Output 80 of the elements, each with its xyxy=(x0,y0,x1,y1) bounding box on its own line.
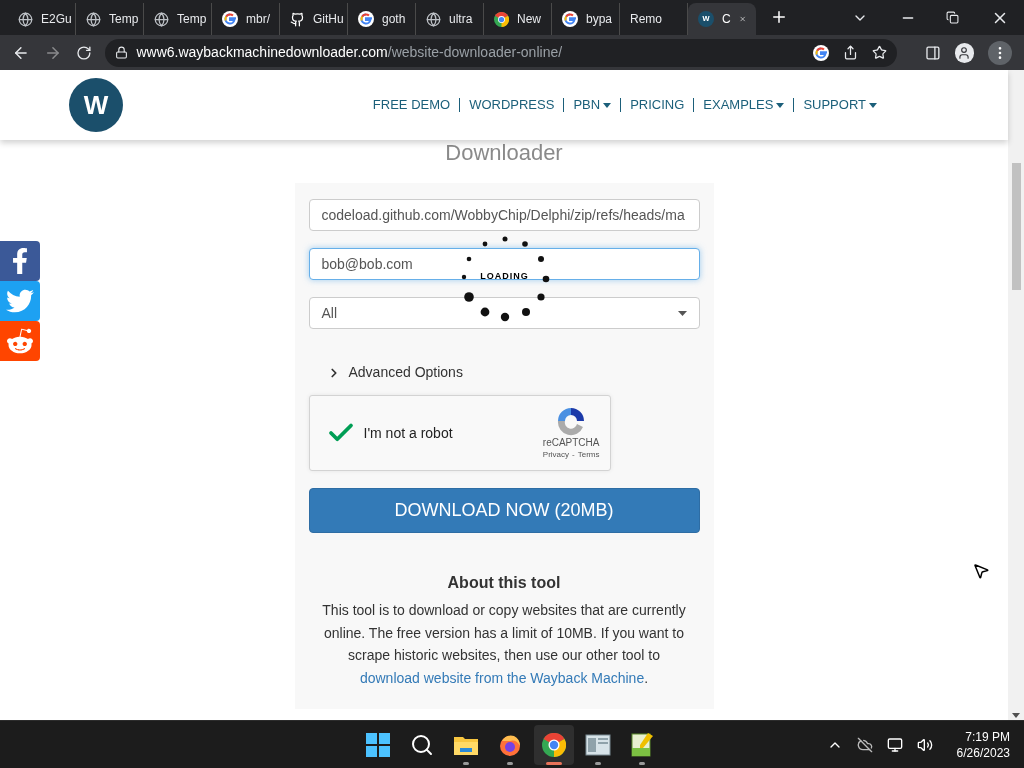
cloud-off-icon[interactable] xyxy=(856,736,873,753)
globe-icon xyxy=(154,11,169,27)
caret-icon xyxy=(677,310,687,316)
tab-title: Temp xyxy=(109,11,139,28)
tab-title: E2Gu xyxy=(41,11,72,28)
network-icon[interactable] xyxy=(886,736,903,753)
nav-link[interactable]: EXAMPLES xyxy=(703,95,785,115)
nav-link[interactable]: WORDPRESS xyxy=(469,95,555,115)
url-input[interactable]: codeload.github.com/WobbyChip/Delphi/zip/refs/heads/ma xyxy=(308,199,700,231)
site-favicon: w xyxy=(698,11,714,27)
recaptcha-brand: reCAPTCHA xyxy=(542,437,600,449)
tab-title: ultra xyxy=(449,11,473,28)
notepad-icon[interactable] xyxy=(630,732,654,758)
about-text: This tool is to download or copy websites that are currently online. The free version has a limit of 10MB. If you want to scrape historic websites, then use our other tool to download website from the Wayback Machine. xyxy=(321,601,687,688)
google-icon xyxy=(358,11,374,27)
link-separator: - xyxy=(572,449,575,461)
taskbar-app[interactable] xyxy=(534,725,574,765)
google-icon xyxy=(562,11,578,27)
chrome-icon xyxy=(494,11,509,27)
globe-icon xyxy=(426,11,441,27)
chrome-icon[interactable] xyxy=(542,733,566,757)
nav-link[interactable]: PRICING xyxy=(630,95,685,115)
page-heading: Downloader xyxy=(445,140,563,166)
google-icon xyxy=(812,44,829,61)
tab-title: bypa xyxy=(586,11,613,28)
windows-start-icon[interactable] xyxy=(366,733,390,757)
clock[interactable]: 7:19 PM 6/26/2023 xyxy=(956,728,1010,761)
facebook-share-button[interactable] xyxy=(0,241,40,281)
privacy-link[interactable]: Privacy xyxy=(542,449,570,461)
download-button[interactable]: DOWNLOAD NOW (20MB) xyxy=(308,488,700,533)
advanced-options-toggle[interactable]: Advanced Options xyxy=(326,362,700,383)
loading-spinner-icon xyxy=(461,236,549,322)
bookmark-star-icon[interactable] xyxy=(871,45,887,60)
reddit-share-button[interactable] xyxy=(0,321,40,361)
nav-link[interactable]: SUPPORT xyxy=(803,95,877,115)
tab-title: C xyxy=(722,11,731,28)
tab-title: GitHu xyxy=(313,11,344,28)
address-bar[interactable]: www6.waybackmachinedownloader.com/website-downloader-online/ xyxy=(105,38,897,67)
captcha-label: I'm not a robot xyxy=(363,423,453,443)
side-panel-icon[interactable] xyxy=(924,44,941,61)
window-icon[interactable] xyxy=(585,734,611,756)
globe-icon xyxy=(86,11,101,27)
scroll-down-icon[interactable] xyxy=(1012,713,1020,718)
reload-icon[interactable] xyxy=(75,44,92,61)
google-icon xyxy=(222,11,238,27)
terms-link[interactable]: Terms xyxy=(577,449,600,461)
twitter-icon xyxy=(6,287,34,315)
site-logo[interactable]: W xyxy=(69,78,123,132)
search-icon[interactable] xyxy=(410,733,434,757)
loading-label: LOADING xyxy=(479,271,530,281)
mouse-cursor-icon xyxy=(972,562,990,580)
browser-tab[interactable]: w C xyxy=(688,3,756,35)
restore-icon[interactable] xyxy=(946,11,959,24)
globe-icon xyxy=(18,11,33,27)
caret-icon xyxy=(776,102,785,108)
tab-title: Temp xyxy=(177,11,207,28)
type-select[interactable]: All xyxy=(308,297,700,329)
twitter-share-button[interactable] xyxy=(0,281,40,321)
tab-title: Remo xyxy=(630,11,662,28)
lock-icon xyxy=(115,46,129,59)
wayback-link[interactable]: download website from the Wayback Machine xyxy=(359,669,645,686)
reddit-icon xyxy=(6,327,34,355)
about-title: About this tool xyxy=(446,573,562,593)
url-text: www6.waybackmachinedownloader.com/website-downloader-online/ xyxy=(136,43,563,62)
tab-title: mbr/ xyxy=(246,11,270,28)
nav-link[interactable]: FREE DEMO xyxy=(372,95,451,115)
volume-icon[interactable] xyxy=(916,736,933,753)
firefox-icon[interactable] xyxy=(498,733,522,757)
profile-icon[interactable] xyxy=(954,42,975,63)
caret-icon xyxy=(869,102,877,108)
tab-title: goth xyxy=(382,11,406,28)
caret-icon xyxy=(603,102,612,108)
folder-icon[interactable] xyxy=(453,734,479,756)
share-icon[interactable] xyxy=(842,45,858,60)
nav-link[interactable]: PBN xyxy=(573,95,612,115)
scrollbar-thumb[interactable] xyxy=(1011,163,1021,290)
menu-icon[interactable] xyxy=(988,40,1012,65)
tab-title: New xyxy=(517,11,541,28)
new-tab-icon[interactable] xyxy=(770,8,788,26)
github-icon xyxy=(290,11,305,27)
